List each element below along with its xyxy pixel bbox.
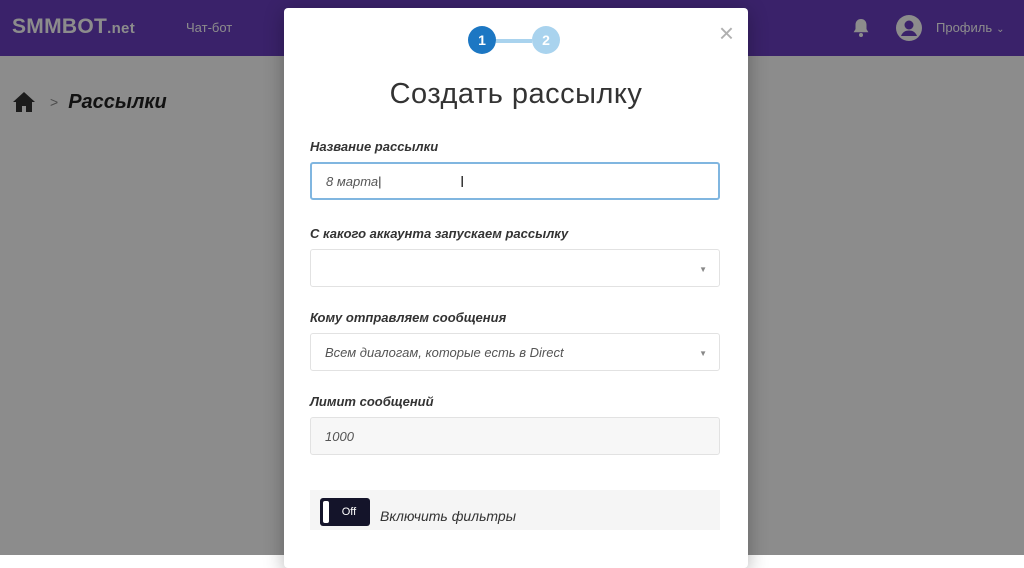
mailing-name-label: Название рассылки	[310, 139, 439, 154]
step-1[interactable]: 1	[468, 26, 496, 54]
close-icon[interactable]: ×	[719, 20, 734, 46]
dropdown-caret-icon: ▼	[699, 349, 707, 358]
step-2[interactable]: 2	[532, 26, 560, 54]
recipients-select-value: Всем диалогам, которые есть в Direct	[325, 344, 564, 360]
recipients-label: Кому отправляем сообщения	[310, 310, 507, 325]
step-indicator: 1 2	[468, 26, 564, 56]
filters-label: Включить фильтры	[380, 508, 517, 524]
recipients-select[interactable]: Всем диалогам, которые есть в Direct ▼	[310, 333, 720, 371]
modal-title: Создать рассылку	[389, 78, 643, 110]
dropdown-caret-icon: ▼	[699, 265, 707, 274]
message-limit-input[interactable]: 1000	[310, 417, 720, 455]
create-mailing-modal: × 1 2 Создать рассылку Название рассылки…	[284, 8, 748, 568]
limit-label: Лимит сообщений	[310, 394, 434, 409]
step-connector	[496, 39, 532, 43]
account-select[interactable]: ▼	[310, 249, 720, 287]
mailing-name-input[interactable]: 8 марта | I	[310, 162, 720, 200]
text-cursor-icon: I	[460, 174, 465, 191]
filters-toggle[interactable]: Off	[320, 498, 370, 526]
toggle-state-label: Off	[341, 506, 357, 518]
account-label: С какого аккаунта запускаем рассылку	[310, 226, 569, 241]
toggle-knob	[323, 501, 329, 523]
filters-row: Off Включить фильтры	[310, 490, 720, 530]
mailing-name-value: 8 марта	[326, 173, 379, 189]
message-limit-value: 1000	[325, 428, 354, 444]
